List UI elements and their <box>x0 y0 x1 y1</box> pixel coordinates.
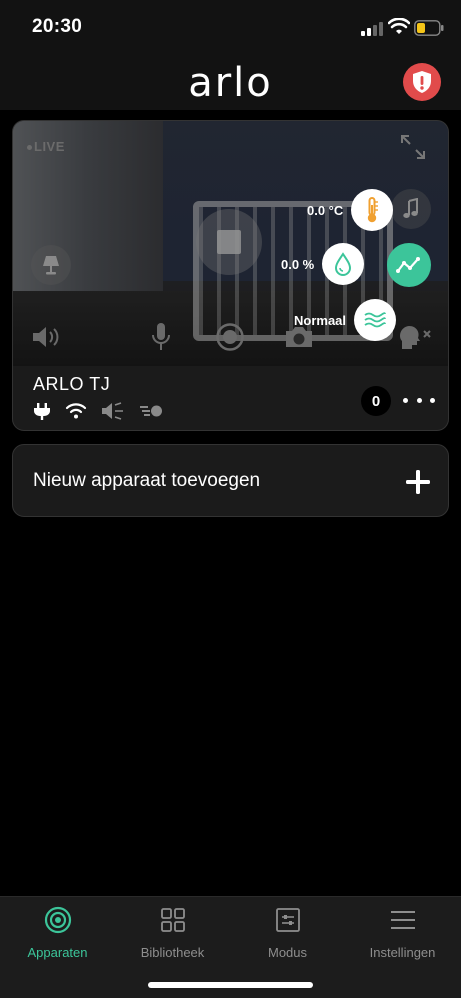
line-chart-icon <box>396 257 420 273</box>
more-options-button[interactable] <box>403 390 435 410</box>
expand-icon[interactable] <box>399 133 427 161</box>
event-count-badge[interactable]: 0 <box>361 386 391 416</box>
status-time: 20:30 <box>32 16 83 37</box>
add-device-label: Nieuw apparaat toevoegen <box>33 470 261 491</box>
devices-icon <box>44 906 71 934</box>
speaker-button[interactable] <box>29 321 65 353</box>
air-waves-icon <box>364 312 386 328</box>
power-plug-icon <box>34 403 50 420</box>
lamp-icon <box>43 256 59 275</box>
voice-off-button[interactable] <box>395 321 435 353</box>
tab-label: Instellingen <box>369 945 436 960</box>
tab-label: Apparaten <box>27 945 88 960</box>
arlo-logo: arlo <box>188 60 273 106</box>
voice-mute-icon <box>400 326 431 349</box>
cellular-signal-icon <box>361 22 383 36</box>
snapshot-button[interactable] <box>283 321 315 353</box>
tab-modus[interactable]: Modus <box>230 905 345 960</box>
device-card[interactable]: LIVE 0.0 °C 0.0 % Normaal ARLO TJ 0 <box>12 120 449 431</box>
wifi-icon <box>388 18 410 34</box>
tab-instellingen[interactable]: Instellingen <box>345 905 460 960</box>
shield-alert-icon <box>413 71 431 93</box>
speaker-muted-status-icon <box>102 402 123 420</box>
humidity-value: 0.0 % <box>281 256 315 272</box>
microphone-icon <box>152 323 170 350</box>
lullaby-button[interactable] <box>391 189 431 229</box>
status-bar: 20:30 <box>0 0 461 56</box>
device-card-footer: ARLO TJ 0 <box>13 366 448 430</box>
water-drop-icon <box>335 252 352 276</box>
library-icon <box>160 908 185 932</box>
app-header: arlo <box>0 56 461 110</box>
security-alert-button[interactable] <box>403 63 441 101</box>
music-note-icon <box>403 198 418 218</box>
device-name: ARLO TJ <box>33 374 111 394</box>
record-button[interactable] <box>215 321 245 353</box>
battery-icon <box>414 20 444 36</box>
settings-icon <box>390 911 415 929</box>
night-light-button[interactable] <box>31 245 71 285</box>
camera-feed[interactable]: LIVE 0.0 °C 0.0 % Normaal <box>13 121 448 366</box>
home-indicator[interactable] <box>148 982 313 988</box>
tab-bibliotheek[interactable]: Bibliotheek <box>115 905 230 960</box>
humidity-sensor[interactable]: 0.0 % <box>281 243 365 285</box>
speaker-icon <box>33 327 59 347</box>
plus-icon <box>406 470 430 494</box>
device-status-icons <box>33 402 163 420</box>
microphone-button[interactable] <box>149 321 173 353</box>
add-device-button[interactable]: Nieuw apparaat toevoegen <box>12 444 449 517</box>
stop-icon <box>217 230 241 254</box>
wifi-status-icon <box>65 403 87 419</box>
camera-icon <box>286 327 312 347</box>
temperature-value: 0.0 °C <box>307 202 344 218</box>
tab-label: Modus <box>267 945 308 960</box>
tab-label: Bibliotheek <box>140 945 205 960</box>
mode-icon <box>275 908 300 932</box>
sensor-history-button[interactable] <box>387 243 431 287</box>
stop-stream-button[interactable] <box>196 209 262 275</box>
live-indicator: LIVE <box>27 139 65 154</box>
tab-apparaten[interactable]: Apparaten <box>0 905 115 960</box>
record-icon <box>216 323 244 351</box>
motion-sensor-status-icon <box>140 405 162 417</box>
temperature-sensor[interactable]: 0.0 °C <box>307 189 394 231</box>
thermometer-icon <box>368 197 379 223</box>
